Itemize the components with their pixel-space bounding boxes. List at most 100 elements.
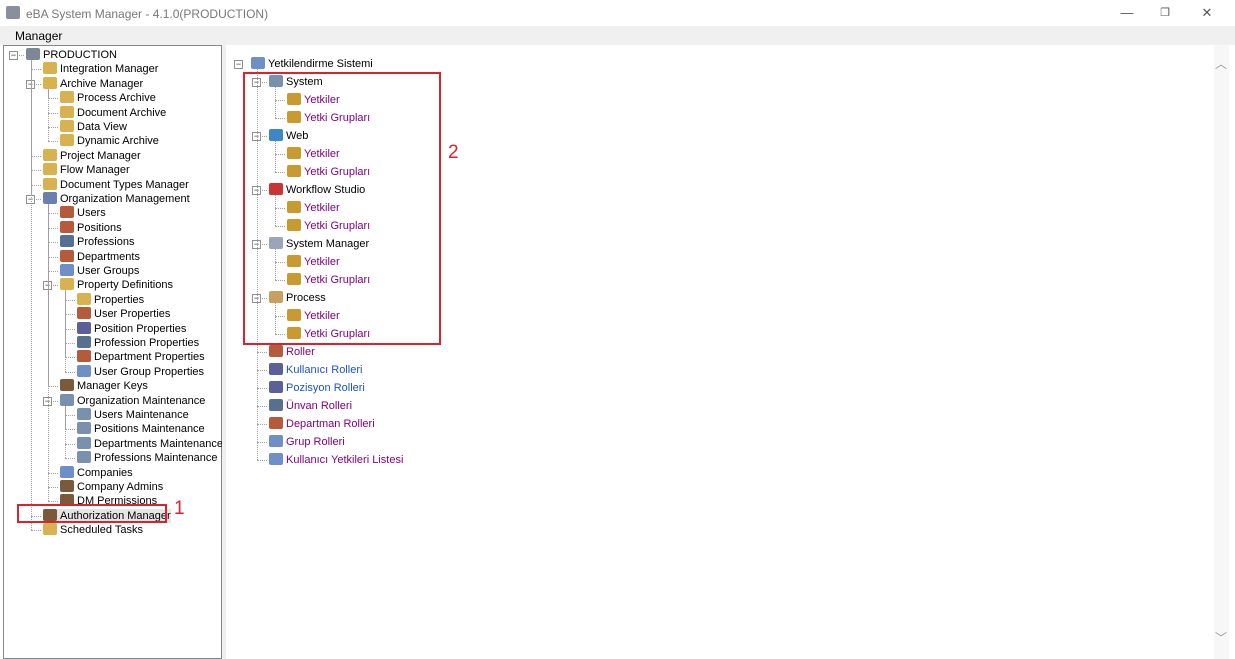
tree-item[interactable]: Professions Maintenance xyxy=(77,451,218,465)
tree-item[interactable]: Scheduled Tasks xyxy=(43,523,143,537)
tree-item-label: Data View xyxy=(77,121,127,133)
tree-item[interactable]: Process Archive xyxy=(60,91,156,105)
tree-item[interactable]: Users Maintenance xyxy=(77,408,189,422)
tree-item-label: Roller xyxy=(286,346,315,358)
tree-item[interactable]: Departments Maintenance xyxy=(77,436,223,451)
tree-item[interactable]: User Group Properties xyxy=(77,364,204,379)
tree-connector xyxy=(31,155,41,157)
tree-connector xyxy=(31,170,41,172)
tree-item[interactable]: Kullanıcı Yetkileri Listesi xyxy=(269,453,403,467)
tree-line xyxy=(48,88,49,142)
gear-icon xyxy=(77,451,91,464)
tree-item[interactable]: Ünvan Rolleri xyxy=(269,399,352,413)
tree-item[interactable]: Pozisyon Rolleri xyxy=(269,381,365,395)
tree-line xyxy=(31,60,32,531)
person-icon xyxy=(77,321,91,334)
tree-item[interactable]: Project Manager xyxy=(43,148,141,163)
navigation-tree: − PRODUCTION Integration Manager − Archive M… xyxy=(3,45,223,659)
folder-icon xyxy=(43,177,57,190)
folder-icon xyxy=(77,292,91,305)
tree-item[interactable]: Company Admins xyxy=(60,480,163,494)
tree-item[interactable]: User Groups xyxy=(60,264,139,278)
tree-connector xyxy=(257,388,267,389)
tree-item[interactable]: Profession Properties xyxy=(77,336,199,350)
tree-item-label: Process Archive xyxy=(77,92,156,105)
card-icon xyxy=(60,235,74,248)
tree-item-label: Kullanıcı Rolleri xyxy=(286,364,363,376)
scroll-up-icon[interactable]: ︿ xyxy=(1215,55,1227,72)
tree-line xyxy=(65,405,66,459)
tree-item-label: Yetkilendirme Sistemi xyxy=(268,58,373,70)
tree-connector xyxy=(31,69,41,71)
tree-connector xyxy=(48,501,58,503)
tree-item-label: Users Maintenance xyxy=(94,409,189,421)
collapse-toggle[interactable]: − xyxy=(234,60,243,69)
app-icon xyxy=(6,6,20,19)
tree-item-label: Document Archive xyxy=(77,106,167,119)
menu-bar: Manager xyxy=(0,26,1235,45)
tree-item[interactable]: Companies xyxy=(60,465,133,480)
tree-item[interactable]: Manager Keys xyxy=(60,379,148,393)
tree-item[interactable]: Position Properties xyxy=(77,321,186,336)
tree-item[interactable]: Properties xyxy=(77,292,145,307)
tree-item[interactable]: Positions Maintenance xyxy=(77,422,205,436)
users-icon xyxy=(77,350,91,363)
tree-item-label: Pozisyon Rolleri xyxy=(286,382,365,394)
tree-item[interactable]: Data View xyxy=(60,120,127,134)
tree-item[interactable]: Roller xyxy=(269,345,315,359)
tree-item[interactable]: Document Archive xyxy=(60,105,167,120)
tree-connector xyxy=(65,343,75,344)
tree-item-label: Properties xyxy=(94,293,145,306)
tree-connector xyxy=(48,271,58,272)
tree-connector xyxy=(257,442,267,443)
tree-item[interactable]: Kullanıcı Rolleri xyxy=(269,363,362,377)
tree-connector xyxy=(257,370,267,371)
tree-connector xyxy=(65,429,75,431)
folder-icon xyxy=(43,523,57,536)
users-icon xyxy=(77,307,91,320)
tree-item[interactable]: Grup Rolleri xyxy=(269,435,345,449)
key-person-icon xyxy=(60,379,74,392)
group-icon xyxy=(60,465,74,478)
tree-item[interactable]: Dynamic Archive xyxy=(60,134,159,148)
tree-item[interactable]: Professions xyxy=(60,235,134,249)
tree-item[interactable]: Flow Manager xyxy=(43,163,130,177)
org-icon xyxy=(43,192,57,204)
tree-item[interactable]: Departments xyxy=(60,249,140,264)
tree-item[interactable]: Yetkilendirme Sistemi xyxy=(251,57,373,71)
gear-icon xyxy=(77,422,91,435)
menu-manager[interactable]: Manager xyxy=(15,29,62,43)
tree-connector xyxy=(48,487,58,488)
tree-item[interactable]: Organization Management xyxy=(43,192,190,206)
title-bar: eBA System Manager - 4.1.0(PRODUCTION) —… xyxy=(0,0,1235,26)
vertical-scrollbar[interactable]: ︿ ﹀ xyxy=(1214,45,1229,659)
tree-item[interactable]: PRODUCTION xyxy=(26,48,117,62)
tree-connector xyxy=(65,357,75,359)
highlight-box-2 xyxy=(243,72,441,345)
tree-item[interactable]: Property Definitions xyxy=(60,278,173,292)
tree-item[interactable]: Document Types Manager xyxy=(43,177,189,192)
minimize-button[interactable]: — xyxy=(1112,3,1142,23)
scroll-down-icon[interactable]: ﹀ xyxy=(1215,629,1227,646)
tree-item[interactable]: Archive Manager xyxy=(43,76,143,91)
restore-button[interactable]: ❐ xyxy=(1150,3,1180,23)
tree-item-label: Grup Rolleri xyxy=(286,436,345,448)
folder-icon xyxy=(43,148,57,161)
tree-item[interactable]: User Properties xyxy=(77,307,170,321)
tree-item[interactable]: Department Properties xyxy=(77,350,205,364)
tree-item[interactable]: Organization Maintenance xyxy=(60,393,205,408)
tree-item[interactable]: Positions xyxy=(60,220,122,235)
card-icon xyxy=(269,399,283,411)
tree-connector xyxy=(48,112,58,114)
tree-item[interactable]: Users xyxy=(60,206,106,220)
close-button[interactable]: ✕ xyxy=(1192,3,1222,23)
tree-connector xyxy=(65,299,75,301)
tree-connector xyxy=(257,352,267,353)
folder-icon xyxy=(60,278,74,291)
tree-item-label: Project Manager xyxy=(60,149,141,162)
tree-item[interactable]: Integration Manager xyxy=(43,62,158,76)
tree-item[interactable]: Departman Rolleri xyxy=(269,417,375,431)
gear-icon xyxy=(60,393,74,406)
collapse-toggle[interactable]: − xyxy=(9,51,18,60)
group-icon xyxy=(60,264,74,276)
